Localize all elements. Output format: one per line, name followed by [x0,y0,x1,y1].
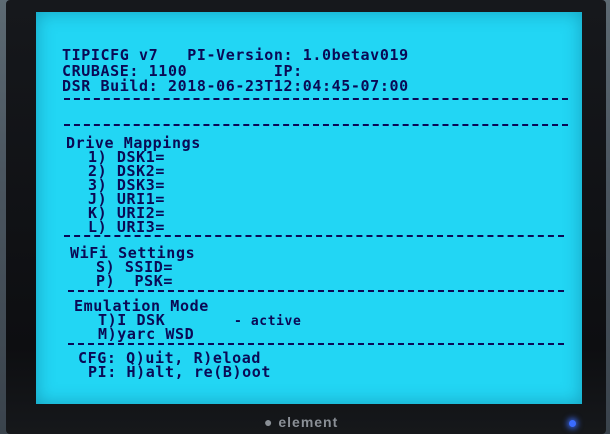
power-led-icon [569,420,576,427]
divider [64,98,568,100]
divider [68,343,564,345]
divider [64,235,564,237]
divider [64,124,568,126]
menu-option-uri3[interactable]: L) URI3= [88,220,165,235]
menu-option-myarc-wsd[interactable]: M)yarc WSD [98,327,194,342]
pi-commands-line[interactable]: PI: H)alt, re(B)oot [88,365,271,380]
divider [68,290,564,292]
monitor-screen: TIPICFG v7 PI-Version: 1.0betav019 CRUBA… [36,12,582,404]
brand-name: element [278,414,339,430]
dsr-build-line: DSR Build: 2018-06-23T12:04:45-07:00 [62,77,409,95]
active-status: - active [234,314,302,329]
menu-option-psk[interactable]: P) PSK= [96,274,173,289]
monitor-brand-logo: ● element [264,414,339,430]
version-line: TIPICFG v7 PI-Version: 1.0betav019 [62,46,409,64]
